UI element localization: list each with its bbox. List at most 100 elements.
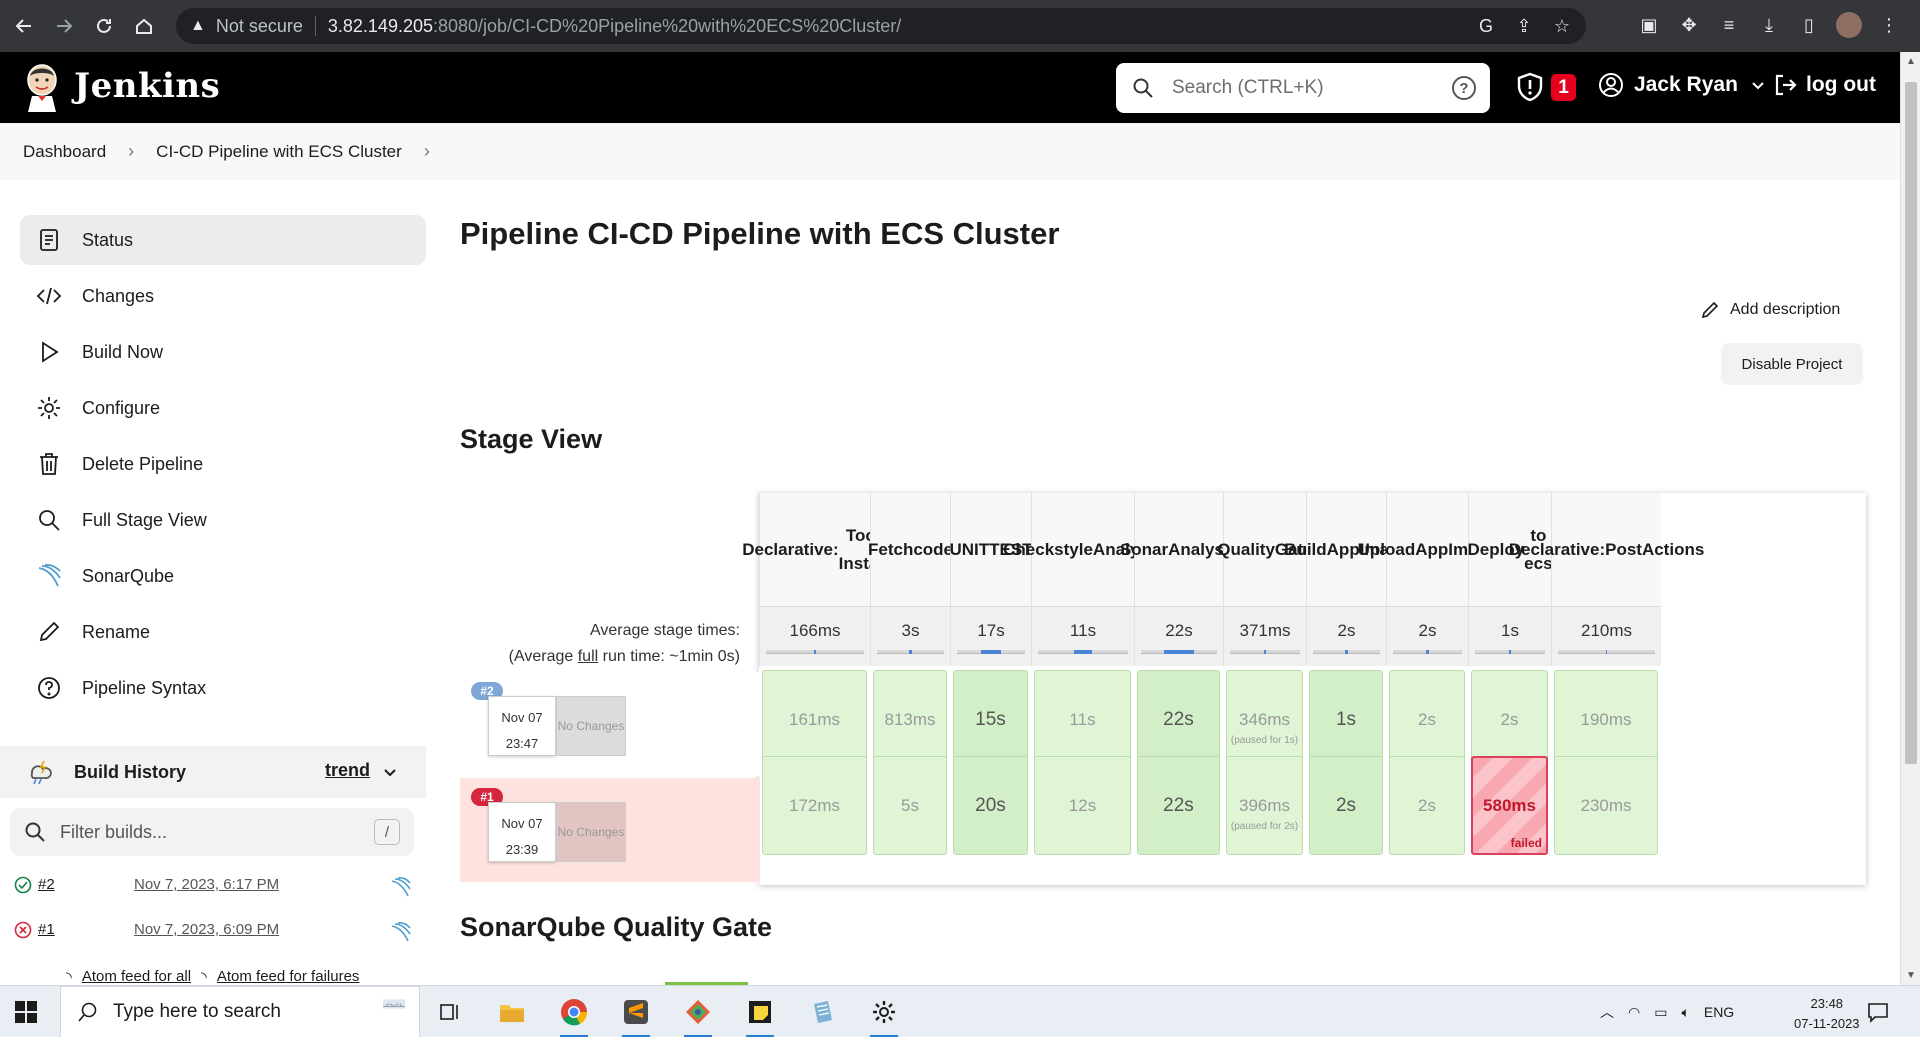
stage-cell[interactable]: 813ms	[873, 670, 947, 769]
disable-project-button[interactable]: Disable Project	[1721, 343, 1863, 385]
sidebar-item-full-stage-view[interactable]: Full Stage View	[20, 495, 426, 545]
taskbar-search-input[interactable]: Type here to search	[60, 986, 420, 1037]
git-gui-icon[interactable]	[678, 992, 718, 1037]
stage-cell-failed[interactable]: 580ms failed	[1471, 756, 1548, 855]
shield-icon[interactable]	[1516, 72, 1544, 102]
atom-feed-failures-link[interactable]: Atom feed for failures	[217, 968, 360, 986]
scroll-down-icon[interactable]: ▼	[1906, 970, 1916, 981]
sidepanel-icon[interactable]: ▯	[1796, 12, 1822, 38]
run-date[interactable]: Nov 07 23:47	[488, 696, 556, 756]
sticky-notes-icon[interactable]	[740, 992, 780, 1037]
stage-cell[interactable]: 12s	[1034, 756, 1131, 855]
stage-cell[interactable]: 346ms (paused for 1s)	[1226, 670, 1303, 769]
run-changes[interactable]: No Changes	[556, 802, 626, 862]
reload-icon[interactable]	[88, 10, 120, 42]
chevron-down-icon[interactable]	[382, 764, 398, 780]
add-description-label: Add description	[1730, 301, 1841, 318]
scrollbar-thumb[interactable]	[1905, 82, 1917, 764]
windows-start-icon[interactable]	[14, 1000, 38, 1024]
search-input[interactable]: Search (CTRL+K) ?	[1116, 63, 1490, 113]
sidebar-item-configure[interactable]: Configure	[20, 383, 426, 433]
extension-app-icon[interactable]: ▣	[1636, 12, 1662, 38]
jenkins-logo-icon[interactable]	[22, 62, 62, 112]
build-date-link[interactable]: Nov 7, 2023, 6:17 PM	[134, 876, 279, 893]
chevron-right-icon[interactable]: ›	[424, 141, 430, 162]
address-bar[interactable]: ▲ Not secure 3.82.149.205:8080/job/CI-CD…	[176, 8, 1586, 44]
breadcrumb-dashboard[interactable]: Dashboard	[23, 142, 106, 162]
sidebar-item-changes[interactable]: Changes	[20, 271, 426, 321]
download-icon[interactable]: ⤓	[1756, 12, 1782, 38]
sidebar-item-delete-pipeline[interactable]: Delete Pipeline	[20, 439, 426, 489]
app-title[interactable]: Jenkins	[74, 66, 220, 106]
star-icon[interactable]: ☆	[1550, 14, 1574, 38]
task-view-icon[interactable]	[430, 992, 470, 1032]
stage-cell[interactable]: 172ms	[762, 756, 867, 855]
stage-cell[interactable]: 15s	[953, 670, 1028, 769]
trend-link[interactable]: trend	[325, 760, 370, 781]
stage-cell[interactable]: 5s	[873, 756, 947, 855]
sidebar-item-build-now[interactable]: Build Now	[20, 327, 426, 377]
stage-header: Declarative: Post Actions	[1509, 493, 1704, 606]
user-menu[interactable]: Jack Ryan	[1598, 72, 1766, 98]
sublime-icon[interactable]	[616, 992, 656, 1037]
stage-cell[interactable]: 22s	[1137, 670, 1220, 769]
help-icon[interactable]: ?	[1452, 76, 1476, 100]
stage-name-line: Build	[1284, 539, 1327, 559]
taskbar-clock[interactable]: 23:48 07-11-2023	[1794, 994, 1860, 1034]
share-icon[interactable]: ⇪	[1512, 14, 1536, 38]
security-badge[interactable]: 1	[1551, 74, 1576, 101]
forward-icon[interactable]	[48, 10, 80, 42]
wifi-icon[interactable]: ◠	[1628, 1004, 1640, 1021]
build-number-link[interactable]: #2	[38, 876, 55, 893]
sidebar-item-rename[interactable]: Rename	[20, 607, 426, 657]
sidebar-item-status[interactable]: Status	[20, 215, 426, 265]
back-icon[interactable]	[8, 10, 40, 42]
profile-avatar[interactable]	[1836, 12, 1862, 38]
atom-feed-all-link[interactable]: Atom feed for all	[82, 968, 191, 986]
stage-cell[interactable]: 2s	[1389, 670, 1465, 769]
stage-cell[interactable]: 190ms	[1554, 670, 1658, 769]
stage-cell[interactable]: 230ms	[1554, 756, 1658, 855]
sidebar-item-pipeline-syntax[interactable]: Pipeline Syntax	[20, 663, 426, 713]
sidebar-item-sonarqube[interactable]: SonarQube	[20, 551, 426, 601]
stage-duration: 11s	[1069, 709, 1096, 729]
scroll-up-icon[interactable]: ▲	[1906, 56, 1916, 67]
breadcrumb-job[interactable]: CI-CD Pipeline with ECS Cluster	[156, 142, 402, 162]
vertical-scrollbar[interactable]: ▲ ▼	[1900, 52, 1920, 985]
battery-icon[interactable]: ▭	[1654, 1004, 1667, 1021]
sonarqube-icon[interactable]	[390, 921, 412, 943]
stage-cell[interactable]: 396ms (paused for 2s)	[1226, 756, 1303, 855]
stage-cell[interactable]: 22s	[1137, 756, 1220, 855]
puzzle-icon[interactable]: ✥	[1676, 12, 1702, 38]
stage-cell[interactable]: 20s	[953, 756, 1028, 855]
build-date-link[interactable]: Nov 7, 2023, 6:09 PM	[134, 921, 279, 938]
run-date[interactable]: Nov 07 23:39	[488, 802, 556, 862]
volume-icon[interactable]: 🔈︎	[1681, 1004, 1689, 1021]
notepad-icon[interactable]	[802, 992, 842, 1032]
file-explorer-icon[interactable]	[492, 992, 532, 1032]
settings-gear-icon[interactable]	[864, 992, 904, 1037]
google-icon[interactable]: G	[1474, 14, 1498, 38]
chevron-right-icon[interactable]: ›	[128, 141, 134, 162]
stage-cell[interactable]: 2s	[1309, 756, 1383, 855]
stage-cell[interactable]: 2s	[1471, 670, 1548, 769]
filter-builds-input[interactable]: Filter builds... /	[10, 808, 414, 856]
stage-cell[interactable]: 1s	[1309, 670, 1383, 769]
stage-cell[interactable]: 2s	[1389, 756, 1465, 855]
notification-icon[interactable]	[1866, 1000, 1890, 1024]
add-description-button[interactable]: Add description	[1700, 300, 1840, 320]
logout-button[interactable]: log out	[1772, 72, 1876, 98]
playlist-icon[interactable]: ≡	[1716, 12, 1742, 38]
full-link[interactable]: full	[578, 648, 598, 665]
run-changes[interactable]: No Changes	[556, 696, 626, 756]
language-indicator[interactable]: ENG	[1704, 1004, 1734, 1020]
stage-cell[interactable]: 161ms	[762, 670, 867, 769]
home-icon[interactable]	[128, 10, 160, 42]
stage-cell[interactable]: 11s	[1034, 670, 1131, 769]
build-number-link[interactable]: #1	[38, 921, 55, 938]
stage-duration: 346ms	[1238, 709, 1291, 729]
chevron-up-icon[interactable]: ︿	[1600, 1002, 1614, 1022]
sonarqube-icon[interactable]	[390, 876, 412, 898]
chrome-icon[interactable]	[554, 992, 594, 1037]
menu-dots-icon[interactable]: ⋮	[1876, 12, 1902, 38]
